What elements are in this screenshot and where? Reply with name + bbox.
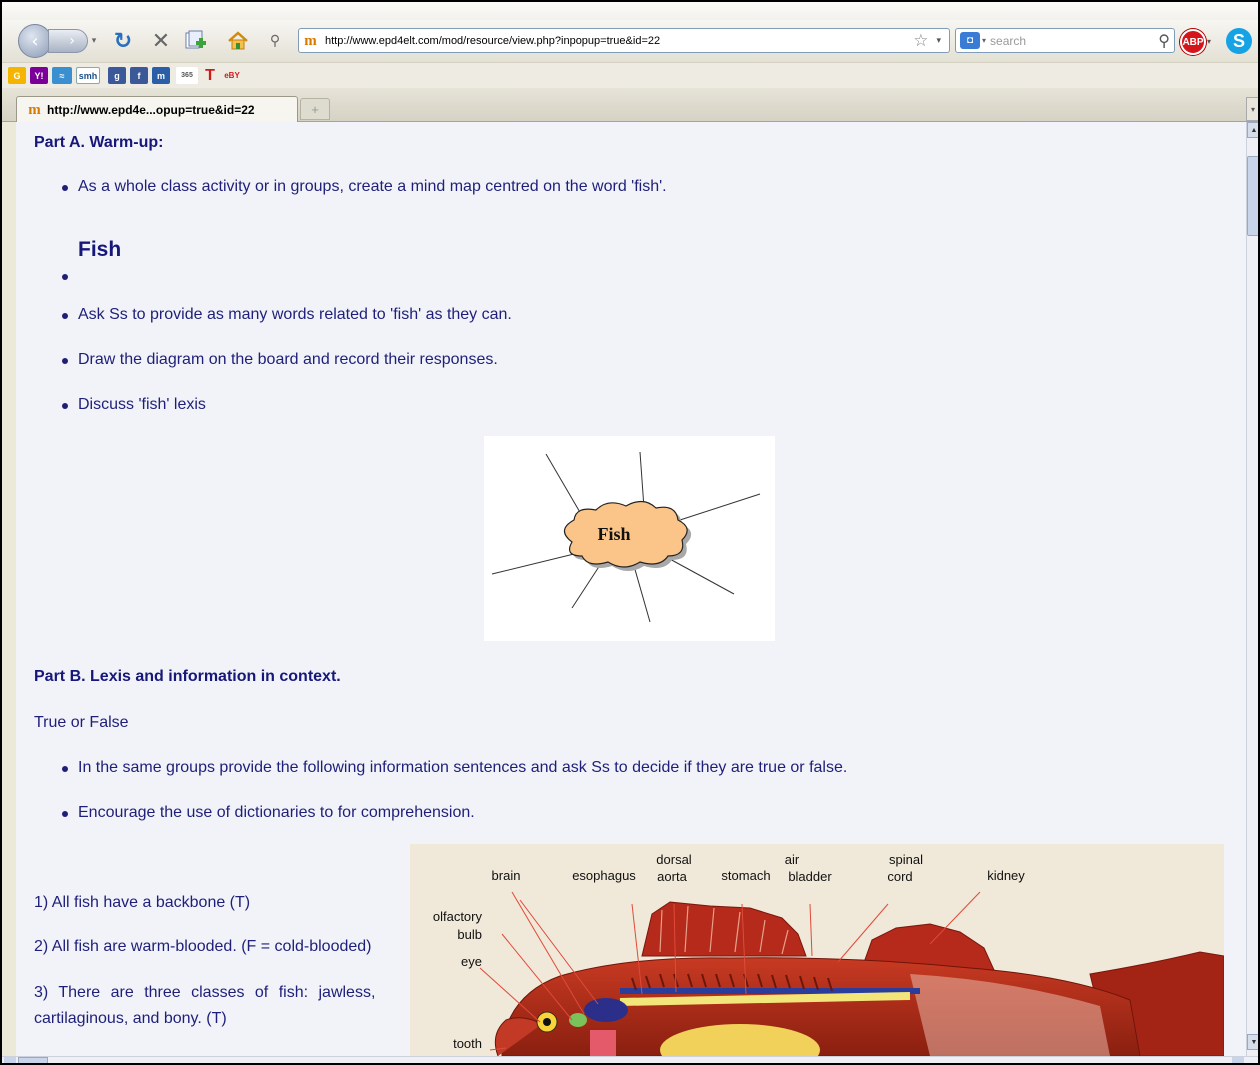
label-air: air [785, 852, 800, 867]
fish-heading: Fish [78, 238, 122, 261]
smh-bookmark-icon[interactable]: smh [76, 67, 100, 84]
bookmarks-toolbar: G Y! ≈ smh g f m 365 T eBY [2, 62, 1258, 88]
adblock-dropdown-icon[interactable]: ▾ [1207, 37, 1211, 46]
scroll-thumb[interactable] [1247, 156, 1258, 236]
partB-heading: Part B. Lexis and information in context… [34, 668, 341, 685]
browser-window: ‹ › ▾ ↻ ✕ ⚲ m http://www.epd4elt.com/mod… [0, 0, 1260, 1065]
label-bladder: bladder [788, 869, 832, 884]
google-bookmark-icon[interactable]: G [8, 67, 26, 84]
label-brain: brain [492, 868, 521, 883]
reload-icon[interactable]: ↻ [110, 28, 136, 54]
bookmark-3-icon[interactable]: ≈ [52, 67, 72, 84]
horizontal-scrollbar[interactable] [2, 1056, 1258, 1063]
adblock-button[interactable]: ABP [1180, 29, 1206, 55]
fish-anatomy-diagram: brain esophagus dorsal aorta stomach air… [410, 844, 1224, 1056]
label-esophagus: esophagus [572, 868, 636, 883]
statement-3-line-2: cartilaginous, and bony. (T) [34, 1010, 227, 1027]
clip-icon[interactable]: ⚲ [264, 28, 286, 54]
tab-active[interactable]: m http://www.epd4e...opup=true&id=22 [16, 96, 298, 122]
new-tab-button[interactable]: + [300, 98, 330, 120]
navigation-toolbar: ‹ › ▾ ↻ ✕ ⚲ m http://www.epd4elt.com/mod… [2, 20, 1258, 62]
partA-bullet-1: As a whole class activity or in groups, … [78, 178, 667, 195]
partA-bullet-3: Draw the diagram on the board and record… [78, 351, 498, 368]
label-olfactory: olfactory [433, 909, 483, 924]
search-engine-icon[interactable]: ◘ [960, 32, 980, 49]
bullet-dot [62, 274, 68, 280]
label-kidney: kidney [987, 868, 1025, 883]
bookmark-7-icon[interactable]: m [152, 67, 170, 84]
bullet-dot [62, 313, 68, 319]
facebook-bookmark-icon[interactable]: f [130, 67, 148, 84]
list-all-tabs-icon[interactable]: ▾ [1246, 97, 1258, 121]
home-icon[interactable] [224, 28, 252, 54]
label-spinal: spinal [889, 852, 923, 867]
back-arrow-icon: ‹ [31, 30, 39, 52]
label-bulb: bulb [457, 927, 482, 942]
label-tooth: tooth [453, 1036, 482, 1051]
page-content: Part A. Warm-up: As a whole class activi… [16, 122, 1246, 1056]
yahoo-bookmark-icon[interactable]: Y! [30, 67, 48, 84]
url-text[interactable]: http://www.epd4elt.com/mod/resource/view… [325, 35, 913, 47]
url-dropdown-icon[interactable]: ▾ [936, 35, 941, 46]
tab-favicon-icon: m [28, 101, 41, 118]
label-dorsal: dorsal [656, 852, 692, 867]
partA-heading: Part A. Warm-up: [34, 134, 164, 151]
search-icon[interactable]: ⚲ [1158, 31, 1170, 51]
stop-icon[interactable]: ✕ [148, 28, 174, 54]
ebay-bookmark-icon[interactable]: eBY [222, 67, 242, 84]
bullet-dot [62, 185, 68, 191]
vertical-scrollbar[interactable]: ▲ ▼ [1246, 122, 1258, 1056]
horizontal-scroll-thumb[interactable] [18, 1057, 48, 1063]
partA-bullet-2: Ask Ss to provide as many words related … [78, 306, 512, 323]
partB-bullet-1: In the same groups provide the following… [78, 759, 848, 776]
partB-bullet-2: Encourage the use of dictionaries to for… [78, 804, 475, 821]
forward-arrow-icon: › [69, 33, 75, 49]
bullet-dot [62, 358, 68, 364]
tab-title: http://www.epd4e...opup=true&id=22 [47, 102, 255, 117]
label-cord: cord [887, 869, 912, 884]
scroll-left-icon[interactable] [4, 1057, 16, 1063]
scroll-right-icon[interactable] [1232, 1057, 1244, 1063]
scroll-up-icon[interactable]: ▲ [1247, 122, 1258, 138]
site-favicon-icon: m [304, 32, 317, 49]
bookmark-365-icon[interactable]: 365 [176, 67, 198, 84]
fish-mind-map-image: Fish [484, 436, 775, 641]
statement-3-line-1: 3) There are three classes of fish: jawl… [34, 984, 376, 1001]
partA-bullet-4: Discuss 'fish' lexis [78, 396, 206, 413]
search-box[interactable]: ◘ ▾ search ⚲ [955, 28, 1175, 53]
search-input[interactable]: search [990, 34, 1158, 48]
label-eye: eye [461, 954, 482, 969]
back-button[interactable]: ‹ [18, 24, 52, 58]
mindmap-center-label: Fish [597, 524, 630, 544]
tab-bar: m http://www.epd4e...opup=true&id=22 + ▾ [2, 88, 1258, 122]
bullet-dot [62, 811, 68, 817]
bullet-dot [62, 403, 68, 409]
scroll-down-icon[interactable]: ▼ [1247, 1034, 1258, 1050]
true-false-label: True or False [34, 714, 129, 731]
history-dropdown-icon[interactable]: ▾ [88, 33, 100, 49]
engine-dropdown-icon[interactable]: ▾ [982, 36, 986, 45]
menu-strip [2, 2, 1258, 20]
bookmark-t-icon[interactable]: T [202, 67, 218, 84]
statement-2: 2) All fish are warm-blooded. (F = cold-… [34, 938, 372, 955]
label-aorta: aorta [657, 869, 687, 884]
adblock-label: ABP [1182, 36, 1204, 48]
address-bar[interactable]: m http://www.epd4elt.com/mod/resource/vi… [298, 28, 950, 53]
label-stomach: stomach [721, 868, 770, 883]
new-tab-icon[interactable] [182, 28, 210, 54]
skype-icon[interactable]: S [1226, 28, 1252, 54]
bookmark-5-icon[interactable]: g [108, 67, 126, 84]
bullet-dot [62, 766, 68, 772]
forward-button[interactable]: › [48, 29, 88, 53]
statement-1: 1) All fish have a backbone (T) [34, 894, 251, 911]
bookmark-star-icon[interactable]: ☆ [913, 31, 928, 51]
